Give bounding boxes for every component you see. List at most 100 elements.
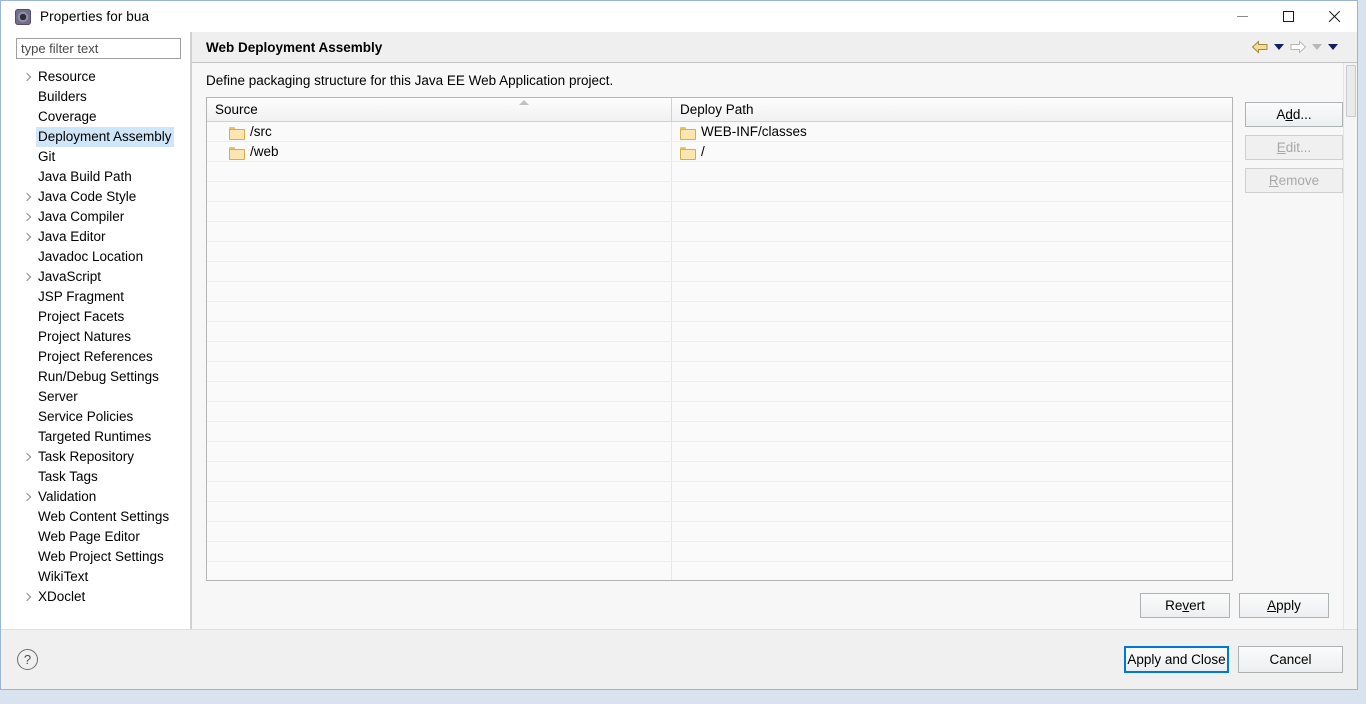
sidebar-item-javascript[interactable]: JavaScript xyxy=(1,267,190,287)
cell-deploy-path-empty xyxy=(672,382,1232,401)
back-history-dropdown[interactable] xyxy=(1271,36,1287,58)
forward-button[interactable] xyxy=(1287,36,1309,58)
sidebar-item-service-policies[interactable]: Service Policies xyxy=(1,407,190,427)
sidebar-item-builders[interactable]: Builders xyxy=(1,87,190,107)
sidebar-item-project-facets[interactable]: Project Facets xyxy=(1,307,190,327)
chevron-right-icon[interactable] xyxy=(23,213,31,221)
sidebar-item-web-page-editor[interactable]: Web Page Editor xyxy=(1,527,190,547)
chevron-right-icon[interactable] xyxy=(23,593,31,601)
sidebar-item-task-tags[interactable]: Task Tags xyxy=(1,467,190,487)
sidebar-item-label: Git xyxy=(38,149,56,164)
cancel-button-label: Cancel xyxy=(1269,652,1312,667)
sidebar-item-deployment-assembly[interactable]: Deployment Assembly xyxy=(1,127,190,147)
page-vertical-scrollbar[interactable] xyxy=(1343,63,1357,629)
sidebar-item-resource[interactable]: Resource xyxy=(1,67,190,87)
column-header-source[interactable]: Source xyxy=(207,98,672,121)
table-row-empty[interactable] xyxy=(207,462,1232,482)
cell-deploy-path-empty xyxy=(672,282,1232,301)
sidebar-item-java-editor[interactable]: Java Editor xyxy=(1,227,190,247)
table-row-empty[interactable] xyxy=(207,382,1232,402)
column-header-deploy-path[interactable]: Deploy Path xyxy=(672,98,1232,121)
sidebar-item-task-repository[interactable]: Task Repository xyxy=(1,447,190,467)
apply-button[interactable]: Apply xyxy=(1239,592,1329,618)
chevron-right-icon[interactable] xyxy=(23,273,31,281)
chevron-down-icon xyxy=(1312,44,1322,50)
table-row-empty[interactable] xyxy=(207,482,1232,502)
folder-icon xyxy=(680,126,696,140)
scrollbar-thumb[interactable] xyxy=(1346,65,1356,117)
sidebar-item-jsp-fragment[interactable]: JSP Fragment xyxy=(1,287,190,307)
cell-source-empty xyxy=(207,222,672,241)
sidebar-item-java-build-path[interactable]: Java Build Path xyxy=(1,167,190,187)
sidebar-item-javadoc-location[interactable]: Javadoc Location xyxy=(1,247,190,267)
table-row[interactable]: /src WEB-INF/classes xyxy=(207,122,1232,142)
cell-deploy-path-empty xyxy=(672,502,1232,521)
apply-and-close-button[interactable]: Apply and Close xyxy=(1124,646,1229,673)
cell-deploy-path-empty xyxy=(672,182,1232,201)
table-row-empty[interactable] xyxy=(207,342,1232,362)
table-row-empty[interactable] xyxy=(207,162,1232,182)
cancel-button[interactable]: Cancel xyxy=(1238,646,1343,673)
table-row-empty[interactable] xyxy=(207,322,1232,342)
sidebar-item-server[interactable]: Server xyxy=(1,387,190,407)
sidebar-item-coverage[interactable]: Coverage xyxy=(1,107,190,127)
sidebar-item-web-content-settings[interactable]: Web Content Settings xyxy=(1,507,190,527)
back-button[interactable] xyxy=(1249,36,1271,58)
sidebar-item-project-natures[interactable]: Project Natures xyxy=(1,327,190,347)
table-row-empty[interactable] xyxy=(207,182,1232,202)
apply-button-label: Apply xyxy=(1267,597,1301,613)
chevron-right-icon[interactable] xyxy=(23,453,31,461)
help-question-icon[interactable]: ? xyxy=(17,649,38,670)
sidebar-item-java-compiler[interactable]: Java Compiler xyxy=(1,207,190,227)
sidebar-item-targeted-runtimes[interactable]: Targeted Runtimes xyxy=(1,427,190,447)
sidebar-item-run-debug-settings[interactable]: Run/Debug Settings xyxy=(1,367,190,387)
add-button[interactable]: Add... xyxy=(1245,102,1343,127)
minimize-button[interactable] xyxy=(1219,1,1265,32)
table-row-empty[interactable] xyxy=(207,362,1232,382)
table-row[interactable]: /web / xyxy=(207,142,1232,162)
table-row-empty[interactable] xyxy=(207,562,1232,580)
cell-source: /src xyxy=(207,122,672,141)
sidebar-item-label: Task Tags xyxy=(38,469,98,484)
maximize-button[interactable] xyxy=(1265,1,1311,32)
sidebar-item-xdoclet[interactable]: XDoclet xyxy=(1,587,190,607)
sidebar-item-git[interactable]: Git xyxy=(1,147,190,167)
sidebar-item-validation[interactable]: Validation xyxy=(1,487,190,507)
table-row-empty[interactable] xyxy=(207,222,1232,242)
sidebar-item-label: Java Editor xyxy=(38,229,106,244)
sidebar-item-project-references[interactable]: Project References xyxy=(1,347,190,367)
chevron-right-icon[interactable] xyxy=(23,493,31,501)
add-button-label: Add... xyxy=(1276,107,1312,122)
table-row-empty[interactable] xyxy=(207,442,1232,462)
cell-deploy-path-empty xyxy=(672,442,1232,461)
table-row-empty[interactable] xyxy=(207,302,1232,322)
cell-deploy-path: WEB-INF/classes xyxy=(672,122,1232,141)
filter-input[interactable] xyxy=(16,38,181,59)
table-row-empty[interactable] xyxy=(207,522,1232,542)
cell-source-empty xyxy=(207,202,672,221)
forward-history-dropdown[interactable] xyxy=(1309,36,1325,58)
cell-deploy-path-empty xyxy=(672,482,1232,501)
table-row-empty[interactable] xyxy=(207,282,1232,302)
table-row-empty[interactable] xyxy=(207,402,1232,422)
sidebar-item-label: Project Natures xyxy=(38,329,132,344)
table-row-empty[interactable] xyxy=(207,542,1232,562)
revert-button[interactable]: Revert xyxy=(1140,592,1230,618)
table-row-empty[interactable] xyxy=(207,422,1232,442)
table-row-empty[interactable] xyxy=(207,202,1232,222)
table-row-empty[interactable] xyxy=(207,502,1232,522)
deployment-assembly-table: Source Deploy Path /src WEB-INF/classes/w… xyxy=(206,97,1233,581)
chevron-right-icon[interactable] xyxy=(23,73,31,81)
sidebar-item-label: Resource xyxy=(38,69,96,84)
cell-source-empty xyxy=(207,262,672,281)
sidebar-item-wikitext[interactable]: WikiText xyxy=(1,567,190,587)
table-row-empty[interactable] xyxy=(207,262,1232,282)
dialog-footer: ? Apply and Close Cancel xyxy=(1,629,1357,689)
chevron-right-icon[interactable] xyxy=(23,233,31,241)
sidebar-item-web-project-settings[interactable]: Web Project Settings xyxy=(1,547,190,567)
close-button[interactable] xyxy=(1311,1,1357,32)
chevron-right-icon[interactable] xyxy=(23,193,31,201)
table-row-empty[interactable] xyxy=(207,242,1232,262)
sidebar-item-java-code-style[interactable]: Java Code Style xyxy=(1,187,190,207)
page-menu-dropdown[interactable] xyxy=(1325,36,1341,58)
